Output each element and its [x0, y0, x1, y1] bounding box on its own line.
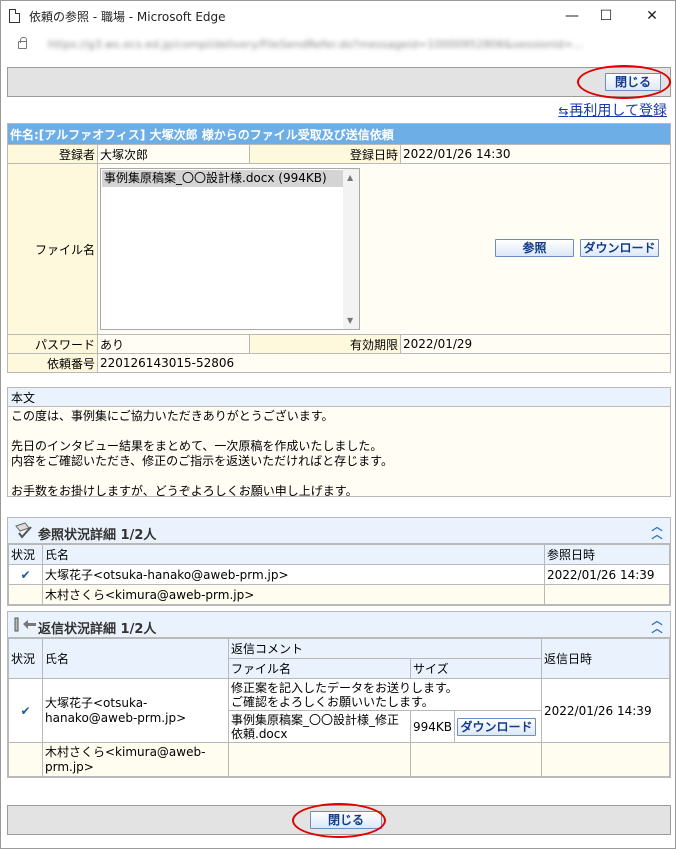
password-label: パスワード [7, 334, 98, 354]
expiry-label: 有効期限 [249, 334, 401, 354]
download-button[interactable]: ダウンロード [580, 239, 659, 257]
table-row: 木村さくら<kimura@aweb-prm.jp> [8, 742, 670, 777]
reuse-icon: ⇆ [558, 104, 569, 118]
scroll-down-icon[interactable]: ▼ [347, 316, 353, 325]
row-date [541, 742, 670, 777]
reply-status-title: 返信状況詳細 1/2人 [38, 622, 157, 637]
col-name: 氏名 [42, 638, 229, 679]
body-text: この度は、事例集にご協力いただきありがとうございます。 先日のインタビュー結果を… [8, 407, 670, 498]
registrant-label: 登録者 [7, 144, 98, 164]
view-status-section: 参照状況詳細 1/2人 ︿ ︿ 状況 氏名 参照日時 ✔ 大塚花子<otsuka-… [7, 517, 671, 606]
close-window-button[interactable]: ✕ [637, 5, 667, 27]
col-date: 参照日時 [544, 544, 670, 565]
row-status [8, 742, 43, 777]
reply-status-section: 返信状況詳細 1/2人 ︿ ︿ 状況 氏名 返信コメント 返信日時 ファイル名 サ… [7, 611, 671, 778]
body-line: 先日のインタビュー結果をまとめて、一次原稿を作成いたしました。 [11, 439, 383, 453]
collapse-icon[interactable]: ︿ ︿ [648, 615, 666, 634]
view-status-header: 参照状況詳細 1/2人 ︿ ︿ [8, 518, 670, 544]
maximize-button[interactable]: ☐ [591, 5, 621, 27]
row-date: 2022/01/26 14:39 [541, 678, 670, 743]
request-no-label: 依頼番号 [7, 353, 98, 373]
request-no-value: 220126143015-52806 [97, 353, 671, 373]
expiry-value: 2022/01/29 [400, 334, 671, 354]
view-status-table: 状況 氏名 参照日時 ✔ 大塚花子<otsuka-hanako@aweb-prm… [8, 544, 670, 605]
registered-value: 2022/01/26 14:30 [400, 144, 671, 164]
url-text[interactable]: https://g3.ws.ecs.ed.jp/compl/delivery/F… [48, 38, 648, 54]
file-listbox[interactable]: 事例集原稿案_〇〇設計様.docx (994KB) ▲ ▼ [100, 168, 360, 330]
row-name: 木村さくら<kimura@aweb-prm.jp> [42, 584, 545, 605]
page-content: 閉じる ⇆再利用して登録 件名:[アルファオフィス] 大塚次郎 様からのファイル… [1, 62, 675, 848]
row-comment: 修正案を記入したデータをお送りします。 ご確認をよろしくお願いいたします。 [227, 678, 543, 711]
check-icon: ✔ [8, 678, 43, 743]
col-file: ファイル名 [228, 658, 411, 679]
col-date: 返信日時 [541, 638, 670, 679]
col-status: 状況 [8, 638, 43, 679]
row-download-cell: ダウンロード [454, 710, 543, 743]
listbox-scrollbar[interactable]: ▲ ▼ [343, 169, 359, 329]
row-name: 木村さくら<kimura@aweb-prm.jp> [42, 742, 229, 777]
collapse-icon[interactable]: ︿ ︿ [648, 521, 666, 540]
reply-status-header: 返信状況詳細 1/2人 ︿ ︿ [8, 612, 670, 638]
check-icon: ✔ [8, 564, 43, 585]
row-name: 大塚花子<otsuka-hanako@aweb-prm.jp> [42, 564, 545, 585]
row-name: 大塚花子<otsuka-hanako@aweb-prm.jp> [42, 678, 229, 743]
table-row: 木村さくら<kimura@aweb-prm.jp> [8, 584, 670, 605]
table-row: ✔ 大塚花子<otsuka-hanako@aweb-prm.jp> 2022/0… [8, 564, 670, 585]
password-value: あり [97, 334, 250, 354]
row-date [544, 584, 670, 605]
view-status-icon [15, 522, 32, 539]
document-icon [9, 9, 20, 23]
close-button-top[interactable]: 閉じる [605, 73, 661, 91]
address-bar[interactable]: https://g3.ws.ecs.ed.jp/compl/delivery/F… [8, 33, 668, 59]
bottom-button-bar: 閉じる [7, 805, 671, 835]
request-info-table: 件名:[アルファオフィス] 大塚次郎 様からのファイル受取及び送信依頼 登録者 … [7, 123, 671, 373]
reply-download-button[interactable]: ダウンロード [457, 718, 537, 736]
row-size: 994KB [409, 710, 456, 743]
reply-status-icon [14, 617, 36, 632]
comment-line: ご確認をよろしくお願いいたします。 [231, 694, 434, 709]
window-title: 依頼の参照 - 職場 - Microsoft Edge [29, 10, 226, 24]
lock-icon [18, 37, 27, 49]
table-row: ✔ 大塚花子<otsuka-hanako@aweb-prm.jp> 修正案を記入… [8, 678, 670, 743]
row-status [8, 584, 43, 605]
view-status-title: 参照状況詳細 1/2人 [38, 528, 157, 543]
comment-line: 修正案を記入したデータをお送りします。 [231, 680, 458, 695]
registered-label: 登録日時 [249, 144, 401, 164]
file-list-item[interactable]: 事例集原稿案_〇〇設計様.docx (994KB) [102, 170, 344, 187]
scroll-up-icon[interactable]: ▲ [347, 173, 353, 182]
row-size [409, 742, 543, 777]
registrant-value: 大塚次郎 [97, 144, 250, 164]
top-button-bar: 閉じる [7, 67, 671, 97]
minimize-button[interactable]: — [557, 5, 587, 27]
col-name: 氏名 [42, 544, 545, 565]
message-body: 本文 この度は、事例集にご協力いただきありがとうございます。 先日のインタビュー… [7, 387, 671, 498]
title-bar: 依頼の参照 - 職場 - Microsoft Edge — ☐ ✕ [1, 1, 675, 31]
row-file [228, 742, 411, 777]
view-button[interactable]: 参照 [495, 239, 574, 257]
body-line: お手数をお掛けしますが、どうぞよろしくお願い申し上げます。 [11, 484, 358, 498]
close-button-bottom[interactable]: 閉じる [310, 811, 382, 829]
body-label: 本文 [8, 388, 670, 407]
reply-status-table: 状況 氏名 返信コメント 返信日時 ファイル名 サイズ ✔ 大塚花子<otsuk… [8, 638, 670, 777]
body-line: 内容をご確認いただき、修正のご指示を返送いただければと存じます。 [11, 454, 393, 468]
row-date: 2022/01/26 14:39 [544, 564, 670, 585]
col-status: 状況 [8, 544, 43, 565]
col-size: サイズ [409, 658, 543, 679]
col-comment: 返信コメント [227, 638, 543, 659]
reuse-link[interactable]: ⇆再利用して登録 [558, 100, 667, 120]
filename-cell: 事例集原稿案_〇〇設計様.docx (994KB) ▲ ▼ 参照 ダウンロード [97, 163, 671, 335]
subject: 件名:[アルファオフィス] 大塚次郎 様からのファイル受取及び送信依頼 [7, 123, 671, 145]
body-line: この度は、事例集にご協力いただきありがとうございます。 [11, 409, 334, 423]
row-file: 事例集原稿案_〇〇設計様_修正依頼.docx [228, 710, 411, 743]
filename-label: ファイル名 [7, 163, 98, 335]
